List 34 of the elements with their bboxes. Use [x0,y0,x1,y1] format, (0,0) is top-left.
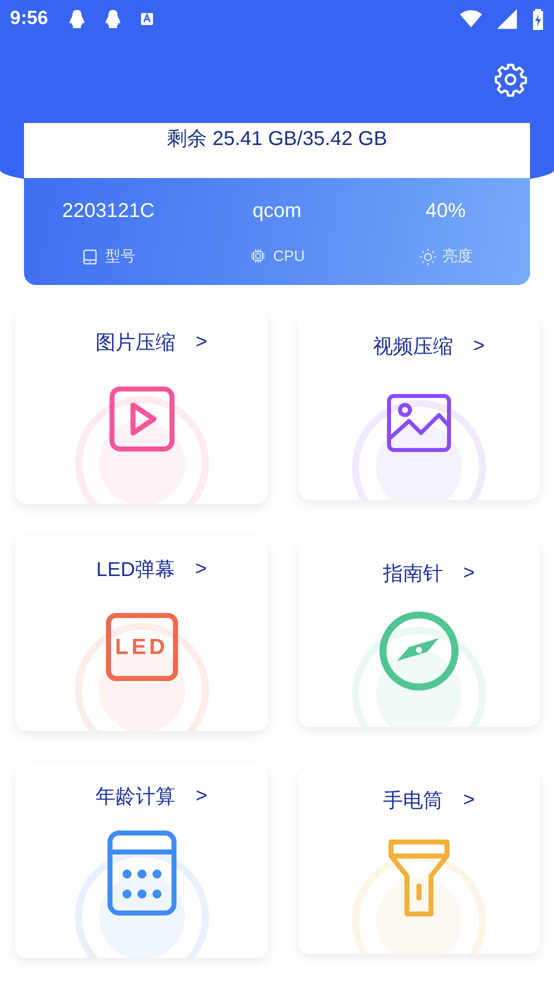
chevron-icon: > [463,789,475,812]
card-title: 年龄计算 [96,785,176,810]
tool-card[interactable]: LED弹幕 > LED [15,536,268,731]
settings-icon[interactable] [493,62,528,97]
tablet-icon [81,248,100,266]
card-title: 视频压缩 [373,335,454,360]
info-label: CPU [273,248,305,264]
card-title: 指南针 [383,562,444,587]
info-label: 型号 [105,247,136,266]
wifi-icon [460,8,482,30]
info-value: qcom [252,200,302,223]
battery-icon [532,7,544,31]
chip-icon [249,247,268,265]
tool-card[interactable]: 图片压缩 > [15,309,268,504]
tool-card[interactable]: 手电筒 > [298,767,540,954]
tool-card[interactable]: 年龄计算 > [15,763,268,958]
tool-card[interactable]: 视频压缩 > [298,313,540,500]
chevron-icon: > [473,335,485,358]
chevron-icon: > [196,331,208,354]
chevron-icon: > [463,562,475,585]
led-text: LED [115,634,168,660]
tool-card[interactable]: 指南针 > [298,540,540,727]
chevron-icon: > [195,558,207,581]
card-title: 图片压缩 [96,331,176,356]
chevron-icon: > [196,785,208,808]
sun-icon [418,248,437,266]
info-label: 亮度 [442,247,473,266]
storage-text: 剩余 25.41 GB/35.42 GB [166,127,388,152]
card-title: 手电筒 [383,789,444,814]
status-time: 9:56 [10,8,48,30]
card-title: LED弹幕 [96,558,176,583]
signal-icon [496,8,518,30]
info-value: 40% [426,200,466,223]
info-value: 2203121C [62,200,154,223]
